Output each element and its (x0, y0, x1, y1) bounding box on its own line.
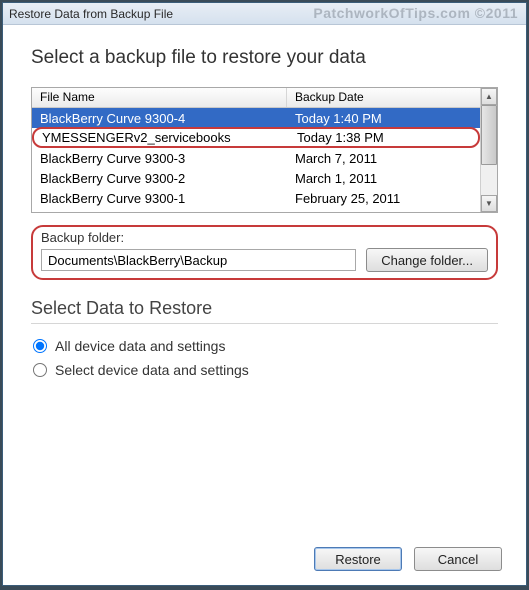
col-header-filename[interactable]: File Name (32, 88, 287, 107)
cell-filename: YMESSENGERv2_servicebooks (34, 130, 289, 145)
scroll-down-button[interactable]: ▼ (481, 195, 497, 212)
table-row[interactable]: BlackBerry Curve 9300-1 February 25, 201… (32, 188, 480, 208)
cell-date: March 7, 2011 (287, 151, 480, 166)
restore-window: Restore Data from Backup File PatchworkO… (2, 2, 527, 586)
cell-date: Today 1:40 PM (287, 111, 480, 126)
backup-folder-input[interactable] (41, 249, 356, 271)
radio-select-data[interactable]: Select device data and settings (31, 358, 498, 382)
scroll-thumb[interactable] (481, 105, 497, 165)
table-row[interactable]: BlackBerry Curve 9300-3 March 7, 2011 (32, 148, 480, 168)
backup-folder-line: Change folder... (41, 248, 488, 272)
window-title: Restore Data from Backup File (9, 7, 173, 21)
page-title: Select a backup file to restore your dat… (31, 47, 498, 69)
cell-filename: BlackBerry Curve 9300-2 (32, 171, 287, 186)
radio-all-label: All device data and settings (55, 338, 225, 354)
cell-filename: BlackBerry Curve 9300-3 (32, 151, 287, 166)
watermark-text: PatchworkOfTips.com ©2011 (313, 5, 518, 21)
scroll-up-button[interactable]: ▲ (481, 88, 497, 105)
scroll-track[interactable] (481, 105, 497, 195)
table-header-row: File Name Backup Date (32, 88, 480, 108)
dialog-footer: Restore Cancel (314, 547, 502, 571)
content-area: Select a backup file to restore your dat… (3, 25, 526, 382)
table-row[interactable]: BlackBerry Curve 9300-2 March 1, 2011 (32, 168, 480, 188)
titlebar: Restore Data from Backup File PatchworkO… (3, 3, 526, 25)
cell-date: February 25, 2011 (287, 191, 480, 206)
table-body: File Name Backup Date BlackBerry Curve 9… (32, 88, 480, 212)
restore-options-heading: Select Data to Restore (31, 298, 498, 324)
restore-options-section: Select Data to Restore All device data a… (31, 298, 498, 382)
cell-filename: BlackBerry Curve 9300-1 (32, 191, 287, 206)
radio-all-data[interactable]: All device data and settings (31, 334, 498, 358)
col-header-backupdate[interactable]: Backup Date (287, 88, 480, 107)
cell-date: Today 1:38 PM (289, 130, 478, 145)
backup-folder-label: Backup folder: (41, 230, 488, 245)
table-row[interactable]: BlackBerry Curve 9300-4 Today 1:40 PM (32, 108, 480, 128)
radio-select-label: Select device data and settings (55, 362, 249, 378)
backup-folder-section: Backup folder: Change folder... (31, 225, 498, 280)
change-folder-button[interactable]: Change folder... (366, 248, 488, 272)
cell-date: March 1, 2011 (287, 171, 480, 186)
cell-filename: BlackBerry Curve 9300-4 (32, 111, 287, 126)
vertical-scrollbar[interactable]: ▲ ▼ (480, 88, 497, 212)
radio-all-input[interactable] (33, 339, 47, 353)
table-row[interactable]: YMESSENGERv2_servicebooks Today 1:38 PM (32, 127, 480, 148)
backup-file-table: File Name Backup Date BlackBerry Curve 9… (31, 87, 498, 213)
cancel-button[interactable]: Cancel (414, 547, 502, 571)
radio-select-input[interactable] (33, 363, 47, 377)
restore-button[interactable]: Restore (314, 547, 402, 571)
